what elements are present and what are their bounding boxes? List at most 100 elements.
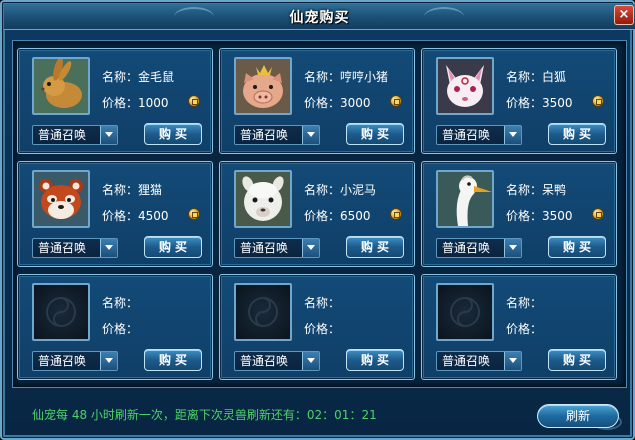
buy-button[interactable]: 购买 bbox=[346, 349, 404, 371]
rabbit-icon bbox=[32, 57, 90, 115]
summon-type-value: 普通召唤 bbox=[240, 354, 289, 368]
pet-name-row: 名称：呆鸭 bbox=[506, 181, 566, 198]
pet-card: 名称：白狐 价格：3500 普通召唤 购买 bbox=[421, 48, 617, 154]
pet-price-row: 价格：3000 bbox=[304, 94, 371, 111]
pet-card-empty: 名称： 价格： 普通召唤 购买 bbox=[219, 274, 415, 380]
pet-name-row: 名称：金毛鼠 bbox=[102, 68, 174, 85]
chevron-down-icon[interactable] bbox=[100, 126, 117, 144]
buy-button[interactable]: 购买 bbox=[548, 349, 606, 371]
close-button[interactable]: × bbox=[614, 5, 634, 25]
summon-type-value: 普通召唤 bbox=[38, 128, 87, 142]
summon-type-value: 普通召唤 bbox=[38, 241, 87, 255]
summon-type-value: 普通召唤 bbox=[442, 354, 491, 368]
pet-name: 狸猫 bbox=[138, 183, 163, 197]
chevron-down-icon[interactable] bbox=[504, 352, 521, 370]
chevron-down-icon[interactable] bbox=[302, 239, 319, 257]
summon-type-dropdown[interactable]: 普通召唤 bbox=[436, 238, 522, 258]
name-label: 名称： bbox=[102, 70, 139, 84]
summon-type-dropdown[interactable]: 普通召唤 bbox=[32, 351, 118, 371]
summon-type-value: 普通召唤 bbox=[240, 241, 289, 255]
fox-icon bbox=[436, 57, 494, 115]
pet-name: 金毛鼠 bbox=[138, 70, 175, 84]
pet-name: 呆鸭 bbox=[542, 183, 567, 197]
chevron-down-icon[interactable] bbox=[100, 239, 117, 257]
chevron-down-icon[interactable] bbox=[302, 352, 319, 370]
coin-icon bbox=[390, 208, 402, 220]
summon-type-dropdown[interactable]: 普通召唤 bbox=[436, 351, 522, 371]
coin-icon bbox=[592, 208, 604, 220]
empty-slot-icon bbox=[32, 283, 90, 341]
pet-price-row: 价格： bbox=[506, 320, 542, 337]
pet-grid: 名称：金毛鼠 价格：1000 普通召唤 购买 名称：哼哼小猪 价格：3000 普… bbox=[12, 40, 627, 388]
pig-icon bbox=[234, 57, 292, 115]
duck-icon bbox=[436, 170, 494, 228]
price-label: 价格： bbox=[506, 209, 543, 223]
pet-card: 名称：狸猫 价格：4500 普通召唤 购买 bbox=[17, 161, 213, 267]
empty-slot-icon bbox=[234, 283, 292, 341]
title-bar[interactable]: 仙宠购买 × bbox=[4, 4, 635, 30]
summon-type-dropdown[interactable]: 普通召唤 bbox=[234, 351, 320, 371]
buy-button[interactable]: 购买 bbox=[548, 123, 606, 145]
summon-type-dropdown[interactable]: 普通召唤 bbox=[234, 238, 320, 258]
name-label: 名称： bbox=[506, 296, 543, 310]
summon-type-value: 普通召唤 bbox=[240, 128, 289, 142]
pet-price: 6500 bbox=[340, 209, 371, 223]
pet-card: 名称：哼哼小猪 价格：3000 普通召唤 购买 bbox=[219, 48, 415, 154]
name-label: 名称： bbox=[102, 296, 139, 310]
name-label: 名称： bbox=[304, 70, 341, 84]
pet-card: 名称：呆鸭 价格：3500 普通召唤 购买 bbox=[421, 161, 617, 267]
pet-name-row: 名称： bbox=[304, 294, 340, 311]
pet-price-row: 价格：4500 bbox=[102, 207, 169, 224]
pet-name-row: 名称：狸猫 bbox=[102, 181, 162, 198]
pet-card: 名称：金毛鼠 价格：1000 普通召唤 购买 bbox=[17, 48, 213, 154]
summon-type-value: 普通召唤 bbox=[38, 354, 87, 368]
buy-button[interactable]: 购买 bbox=[144, 349, 202, 371]
summon-type-value: 普通召唤 bbox=[442, 241, 491, 255]
chevron-down-icon[interactable] bbox=[504, 239, 521, 257]
coin-icon bbox=[390, 95, 402, 107]
pet-card: 名称：小泥马 价格：6500 普通召唤 购买 bbox=[219, 161, 415, 267]
buy-button[interactable]: 购买 bbox=[548, 236, 606, 258]
summon-type-dropdown[interactable]: 普通召唤 bbox=[234, 125, 320, 145]
chevron-down-icon[interactable] bbox=[504, 126, 521, 144]
pet-price-row: 价格：3500 bbox=[506, 94, 573, 111]
pet-name-row: 名称：哼哼小猪 bbox=[304, 68, 388, 85]
price-label: 价格： bbox=[506, 96, 543, 110]
pet-name-row: 名称：小泥马 bbox=[304, 181, 376, 198]
pet-price-row: 价格： bbox=[304, 320, 340, 337]
pet-name-row: 名称：白狐 bbox=[506, 68, 566, 85]
pet-price: 3000 bbox=[340, 96, 371, 110]
pet-name-row: 名称： bbox=[102, 294, 138, 311]
coin-icon bbox=[188, 208, 200, 220]
pet-price-row: 价格： bbox=[102, 320, 138, 337]
pet-price: 3500 bbox=[542, 209, 573, 223]
chevron-down-icon[interactable] bbox=[302, 126, 319, 144]
pet-price-row: 价格：1000 bbox=[102, 94, 169, 111]
summon-type-dropdown[interactable]: 普通召唤 bbox=[32, 238, 118, 258]
red-panda-icon bbox=[32, 170, 90, 228]
price-label: 价格： bbox=[304, 322, 341, 336]
buy-button[interactable]: 购买 bbox=[144, 236, 202, 258]
price-label: 价格： bbox=[102, 322, 139, 336]
pet-price: 1000 bbox=[138, 96, 169, 110]
empty-slot-icon bbox=[436, 283, 494, 341]
refresh-button[interactable]: 刷新 bbox=[537, 404, 619, 428]
buy-button[interactable]: 购买 bbox=[346, 123, 404, 145]
pet-name: 白狐 bbox=[542, 70, 567, 84]
price-label: 价格： bbox=[304, 96, 341, 110]
price-label: 价格： bbox=[102, 96, 139, 110]
buy-button[interactable]: 购买 bbox=[144, 123, 202, 145]
buy-button[interactable]: 购买 bbox=[346, 236, 404, 258]
price-label: 价格： bbox=[102, 209, 139, 223]
pet-name: 哼哼小猪 bbox=[340, 70, 389, 84]
alpaca-icon bbox=[234, 170, 292, 228]
pet-price-row: 价格：6500 bbox=[304, 207, 371, 224]
name-label: 名称： bbox=[102, 183, 139, 197]
pet-name: 小泥马 bbox=[340, 183, 377, 197]
window-title: 仙宠购买 bbox=[289, 10, 350, 26]
chevron-down-icon[interactable] bbox=[100, 352, 117, 370]
summon-type-dropdown[interactable]: 普通召唤 bbox=[436, 125, 522, 145]
name-label: 名称： bbox=[304, 296, 341, 310]
summon-type-dropdown[interactable]: 普通召唤 bbox=[32, 125, 118, 145]
pet-card-empty: 名称： 价格： 普通召唤 购买 bbox=[17, 274, 213, 380]
